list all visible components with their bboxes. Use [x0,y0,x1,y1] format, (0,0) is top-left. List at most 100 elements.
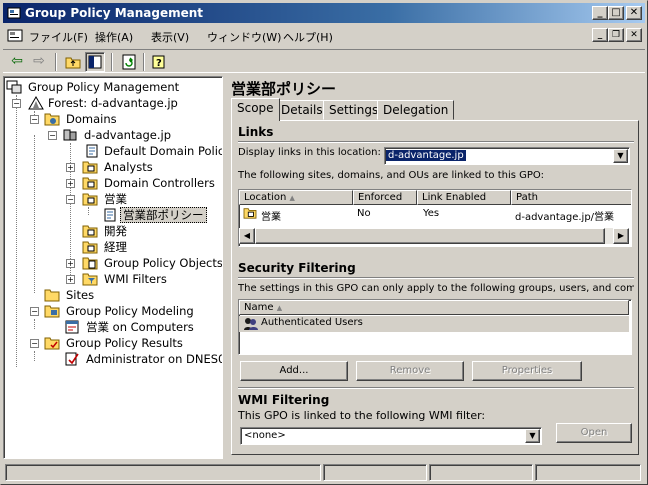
display-links-label: Display links in this location: [238,147,381,158]
tree-node-ou-sales[interactable]: − 営業 [4,191,222,207]
gpo-link-icon [86,144,98,158]
show-hide-tree-icon[interactable] [85,52,105,72]
menu-help[interactable]: ヘルプ(H) [283,29,333,45]
tree-node-ou-accounting[interactable]: 経理 [4,239,222,255]
ou-folder-icon [82,193,98,206]
tree-node-default-policy[interactable]: Default Domain Policy [4,143,222,159]
ou-folder-icon [243,208,257,219]
collapse-toggle[interactable]: − [30,339,39,348]
console-tree[interactable]: Group Policy Management − Forest: d-adva… [3,76,223,459]
tree-label: Group Policy Management [28,80,180,94]
gpmc-app-icon [7,7,21,19]
sort-asc-icon: ▲ [276,304,283,312]
tree-node-modeling-item[interactable]: 営業 on Computers [4,319,222,335]
refresh-icon[interactable] [119,52,139,72]
child-restore-button[interactable]: ❐ [608,28,624,42]
expand-toggle[interactable]: + [66,275,75,284]
maximize-button[interactable]: □ [608,6,624,20]
security-heading: Security Filtering [238,261,356,275]
up-folder-icon[interactable] [63,52,83,72]
tree-node-results-item[interactable]: Administrator on DNES01 [4,351,222,367]
expand-toggle[interactable]: + [66,179,75,188]
wmi-filter-dropdown[interactable]: <none> ▼ [240,427,542,445]
cell-enforced: No [357,208,371,219]
app-window: Group Policy Management _ □ ✕ ファイル(F) 操作… [0,0,648,485]
ou-folder-icon [82,161,98,174]
tree-node-ou-dev[interactable]: 開発 [4,223,222,239]
scroll-left-icon[interactable]: ◀ [239,228,255,244]
tree-node-results[interactable]: − Group Policy Results [4,335,222,351]
collapse-toggle[interactable]: − [48,131,57,140]
domain-icon [63,129,77,141]
links-hscrollbar[interactable]: ◀ ▶ [239,228,629,244]
back-arrow-icon[interactable]: ⇦ [7,52,27,72]
tree-node-sites[interactable]: Sites [4,287,222,303]
scroll-right-icon[interactable]: ▶ [613,228,629,244]
menu-file[interactable]: ファイル(F) [29,29,88,45]
tree-node-domains[interactable]: − Domains [4,111,222,127]
svg-text:?: ? [156,58,162,69]
column-header-name[interactable]: Name ▲ [239,300,629,315]
column-header-path[interactable]: Path [511,190,631,205]
tree-label: 開発 [104,224,127,238]
chevron-down-icon[interactable]: ▼ [613,149,628,163]
collapse-toggle[interactable]: − [30,115,39,124]
collapse-toggle[interactable]: − [30,307,39,316]
properties-button[interactable]: Properties [472,361,582,381]
remove-button[interactable]: Remove [356,361,464,381]
forward-arrow-icon[interactable]: ⇨ [29,52,49,72]
location-dropdown[interactable]: d-advantage.jp ▼ [384,147,630,165]
modeling-folder-icon [44,305,60,318]
tree-node-wmi-filters[interactable]: + WMI Filters [4,271,222,287]
tree-label: Domain Controllers [104,176,215,190]
column-header-link-enabled[interactable]: Link Enabled [417,190,511,205]
tree-node-domain-controllers[interactable]: + Domain Controllers [4,175,222,191]
chevron-down-icon[interactable]: ▼ [525,429,540,443]
collapse-toggle[interactable]: − [66,195,75,204]
links-list[interactable]: Location ▲ Enforced Link Enabled Path 営業… [238,189,632,247]
status-panel [429,464,533,481]
menu-window[interactable]: ウィンドウ(W) [207,29,281,45]
toolbar: ⇦ ⇨ ? [3,49,645,73]
column-header-location[interactable]: Location ▲ [239,190,353,205]
tab-scope[interactable]: Scope [231,98,280,121]
wmi-note: This GPO is linked to the following WMI … [238,409,486,422]
tree-node-modeling[interactable]: − Group Policy Modeling [4,303,222,319]
menu-action[interactable]: 操作(A) [95,29,133,45]
cell-link-enabled: Yes [423,208,440,219]
child-close-button[interactable]: ✕ [626,28,642,42]
wmi-filters-icon [82,273,98,286]
security-list[interactable]: Name ▲ Authenticated Users [238,299,632,355]
tree-label-selected: 営業部ポリシー [120,207,207,223]
column-header-enforced[interactable]: Enforced [353,190,417,205]
minimize-button[interactable]: _ [592,6,608,20]
toolbar-separator [55,53,57,71]
tab-delegation[interactable]: Delegation [377,100,455,120]
cell-location: 営業 [261,212,281,223]
child-minimize-button[interactable]: _ [592,28,608,42]
tree-label: WMI Filters [104,272,167,286]
help-icon[interactable]: ? [149,52,169,72]
menu-view[interactable]: 表示(V) [151,29,189,45]
tree-node-gpo-objects[interactable]: + Group Policy Objects [4,255,222,271]
tab-settings[interactable]: Settings [323,100,385,120]
tree-node-domain[interactable]: − d-advantage.jp [4,127,222,143]
cell-path: d-advantage.jp/営業 [515,212,615,223]
tree-node-sales-policy[interactable]: 営業部ポリシー [4,207,222,223]
add-button[interactable]: Add... [240,361,348,381]
collapse-toggle[interactable]: − [12,99,21,108]
mmc-console-icon[interactable] [7,28,23,44]
pane-splitter[interactable] [223,76,227,459]
list-item[interactable]: Authenticated Users [239,316,629,332]
tree-node-forest[interactable]: − Forest: d-advantage.jp [4,95,222,111]
scroll-thumb[interactable] [255,228,605,244]
tab-details[interactable]: Details [275,100,329,120]
expand-toggle[interactable]: + [66,163,75,172]
tree-node-analysts[interactable]: + Analysts [4,159,222,175]
title-bar[interactable]: Group Policy Management _ □ ✕ [3,3,645,23]
expand-toggle[interactable]: + [66,259,75,268]
close-button[interactable]: ✕ [626,6,642,20]
open-button[interactable]: Open [556,423,632,443]
gpo-link-icon [104,208,116,222]
gpo-container-icon [82,257,98,270]
